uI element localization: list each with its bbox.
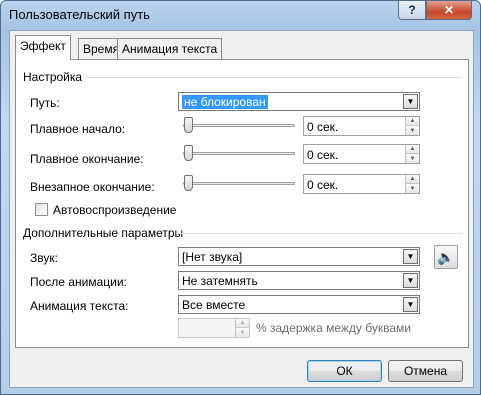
path-value: не блокирован <box>182 95 268 109</box>
close-button[interactable]: ✕ <box>426 1 472 20</box>
chevron-down-icon: ▼ <box>403 249 418 264</box>
settings-section-title: Настройка <box>23 70 83 84</box>
after-animation-dropdown[interactable]: Не затемнять ▼ <box>178 271 420 290</box>
extra-divider <box>176 233 462 234</box>
letter-delay-spinner[interactable]: ▲ ▼ <box>178 318 250 338</box>
text-animation-dropdown[interactable]: Все вместе ▼ <box>178 295 420 314</box>
spin-up-icon[interactable]: ▲ <box>236 319 249 328</box>
smooth-start-spinner[interactable]: 0 сек. ▲ ▼ <box>303 116 420 136</box>
smooth-start-track <box>183 124 295 127</box>
chevron-down-icon: ▼ <box>403 94 418 109</box>
sudden-end-track <box>183 182 295 185</box>
cancel-button[interactable]: Отмена <box>388 360 463 382</box>
letter-delay-label: % задержка между буквами <box>256 321 411 335</box>
help-button[interactable]: ? <box>398 1 426 20</box>
autoreverse-label[interactable]: Автовоспроизведение <box>53 203 176 217</box>
spin-up-icon[interactable]: ▲ <box>406 175 419 184</box>
smooth-end-slider[interactable] <box>184 145 193 161</box>
spin-down-icon[interactable]: ▼ <box>406 184 419 193</box>
path-dropdown[interactable]: не блокирован ▼ <box>178 92 420 111</box>
window-title: Пользовательский путь <box>9 7 150 22</box>
smooth-start-slider[interactable] <box>184 117 193 133</box>
sudden-end-label: Внезапное окончание: <box>30 180 155 194</box>
smooth-end-spinner[interactable]: 0 сек. ▲ ▼ <box>303 144 420 164</box>
smooth-end-value: 0 сек. <box>307 148 339 162</box>
path-label: Путь: <box>30 96 60 110</box>
ok-button[interactable]: ОК <box>307 360 382 382</box>
sudden-end-value: 0 сек. <box>307 178 339 192</box>
sound-label: Звук: <box>30 251 58 265</box>
after-animation-label: После анимации: <box>30 275 127 289</box>
sound-value: [Нет звука] <box>182 250 243 264</box>
extra-section-title: Дополнительные параметры <box>23 226 184 240</box>
after-animation-value: Не затемнять <box>182 274 258 288</box>
spin-up-icon[interactable]: ▲ <box>406 117 419 126</box>
chevron-down-icon: ▼ <box>403 273 418 288</box>
smooth-start-value: 0 сек. <box>307 120 339 134</box>
spin-down-icon[interactable]: ▼ <box>236 328 249 337</box>
speaker-icon[interactable]: 🔈 <box>434 245 458 269</box>
smooth-end-label: Плавное окончание: <box>30 152 144 166</box>
dialog-client: Эффект Время Анимация текста Настройка П… <box>9 30 474 388</box>
smooth-start-label: Плавное начало: <box>30 122 126 136</box>
effect-panel: Настройка Путь: не блокирован ▼ Плавное … <box>15 59 469 348</box>
smooth-end-track <box>183 152 295 155</box>
sound-dropdown[interactable]: [Нет звука] ▼ <box>178 247 420 266</box>
spin-down-icon[interactable]: ▼ <box>406 154 419 163</box>
dialog-window: Пользовательский путь ? ✕ Эффект Время А… <box>0 0 481 395</box>
chevron-down-icon: ▼ <box>403 297 418 312</box>
tab-effect[interactable]: Эффект <box>15 35 71 60</box>
spin-down-icon[interactable]: ▼ <box>406 126 419 135</box>
settings-divider <box>86 77 462 78</box>
tab-text-animation[interactable]: Анимация текста <box>117 38 223 59</box>
autoreverse-checkbox[interactable] <box>35 203 48 216</box>
sudden-end-spinner[interactable]: 0 сек. ▲ ▼ <box>303 174 420 194</box>
spin-up-icon[interactable]: ▲ <box>406 145 419 154</box>
sudden-end-slider[interactable] <box>184 175 193 191</box>
text-animation-label: Анимация текста: <box>30 299 129 313</box>
text-animation-value: Все вместе <box>182 298 246 312</box>
